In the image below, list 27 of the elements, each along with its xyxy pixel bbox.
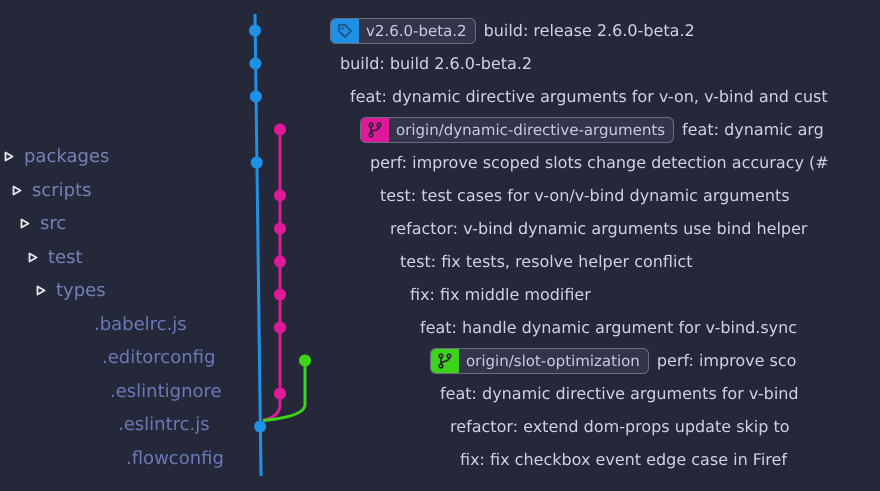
- commit-message[interactable]: test: fix tests, resolve helper conflict: [400, 252, 693, 271]
- commit-message[interactable]: test: test cases for v-on/v-bind dynamic arguments: [380, 186, 790, 205]
- expand-triangle-icon[interactable]: [28, 252, 38, 263]
- folder-name[interactable]: packages: [24, 146, 110, 168]
- expand-triangle-icon[interactable]: [36, 285, 46, 296]
- commit-message[interactable]: fix: fix middle modifier: [410, 285, 591, 304]
- expand-triangle-icon[interactable]: [12, 184, 22, 196]
- folder-name[interactable]: scripts: [32, 180, 92, 201]
- commit-message[interactable]: refactor: extend dom-props update skip to: [450, 417, 790, 436]
- folder-name[interactable]: test: [48, 246, 83, 268]
- expand-triangle-icon[interactable]: [4, 151, 14, 162]
- commit-message[interactable]: feat: dynamic directive arguments for v-bind: [440, 384, 799, 403]
- commit-message[interactable]: perf: improve scoped slots change detection accuracy (#: [370, 153, 829, 172]
- branch-label[interactable]: origin/slot-optimization: [430, 348, 649, 374]
- expand-triangle-icon[interactable]: [20, 218, 30, 230]
- commit-message[interactable]: feat: dynamic arg: [682, 120, 824, 139]
- tag-label[interactable]: v2.6.0-beta.2: [330, 18, 476, 44]
- commit-message[interactable]: refactor: v-bind dynamic arguments use bind helper: [390, 219, 808, 238]
- commit-message[interactable]: feat: dynamic directive arguments for v-on, v-bind and cust: [350, 87, 828, 106]
- commit-message[interactable]: perf: improve sco: [656, 351, 796, 370]
- folder-name[interactable]: src: [40, 213, 66, 234]
- folder-name[interactable]: types: [56, 280, 106, 302]
- commit-message[interactable]: build: release 2.6.0-beta.2: [484, 21, 695, 40]
- commit-message[interactable]: fix: fix checkbox event edge case in Firef: [460, 450, 787, 469]
- branch-label[interactable]: origin/dynamic-directive-arguments: [360, 116, 674, 142]
- commit-message[interactable]: build: build 2.6.0-beta.2: [340, 54, 532, 73]
- commit-message[interactable]: feat: handle dynamic argument for v-bind.sync: [420, 318, 798, 337]
